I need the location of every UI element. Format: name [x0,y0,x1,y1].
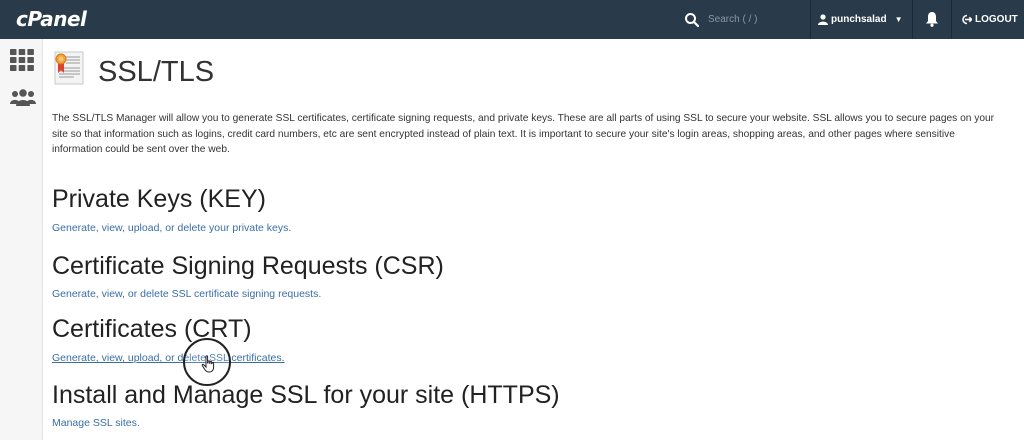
sidebar [0,39,43,440]
topbar-divider [810,0,811,39]
search-input[interactable] [708,14,798,25]
logout-button[interactable]: LOGOUT [961,0,1018,39]
top-navigation-bar: cPanel punchsalad ▼ LOGOUT [0,0,1024,39]
search-box[interactable] [684,0,806,39]
cpanel-logo[interactable]: cPanel [16,7,87,31]
username-label: punchsalad [831,14,887,25]
certificates-link[interactable]: Generate, view, upload, or delete SSL ce… [52,352,285,364]
user-menu-button[interactable]: punchsalad ▼ [818,0,910,39]
sidebar-item-users[interactable] [10,89,36,111]
page-description: The SSL/TLS Manager will allow you to ge… [52,113,995,155]
section-title-install-ssl: Install and Manage SSL for your site (HT… [52,381,560,409]
bell-icon[interactable] [925,11,939,27]
search-icon[interactable] [684,12,700,28]
section-title-private-keys: Private Keys (KEY) [52,185,266,213]
csr-link[interactable]: Generate, view, or delete SSL certificat… [52,288,321,300]
logout-label: LOGOUT [975,14,1018,25]
topbar-divider [951,0,952,39]
grid-icon [10,49,34,71]
sidebar-item-home[interactable] [10,49,34,71]
section-title-certificates: Certificates (CRT) [52,315,252,343]
certificate-icon [54,51,84,85]
hand-pointer-icon [201,355,215,373]
topbar-divider [912,0,913,39]
private-keys-link[interactable]: Generate, view, upload, or delete your p… [52,222,291,234]
users-icon [10,89,36,106]
user-icon [818,14,828,25]
logout-icon [962,14,972,25]
manage-ssl-sites-link[interactable]: Manage SSL sites. [52,417,140,429]
section-title-csr: Certificate Signing Requests (CSR) [52,252,444,280]
chevron-down-icon: ▼ [894,15,903,24]
page-title: SSL/TLS [98,56,215,88]
